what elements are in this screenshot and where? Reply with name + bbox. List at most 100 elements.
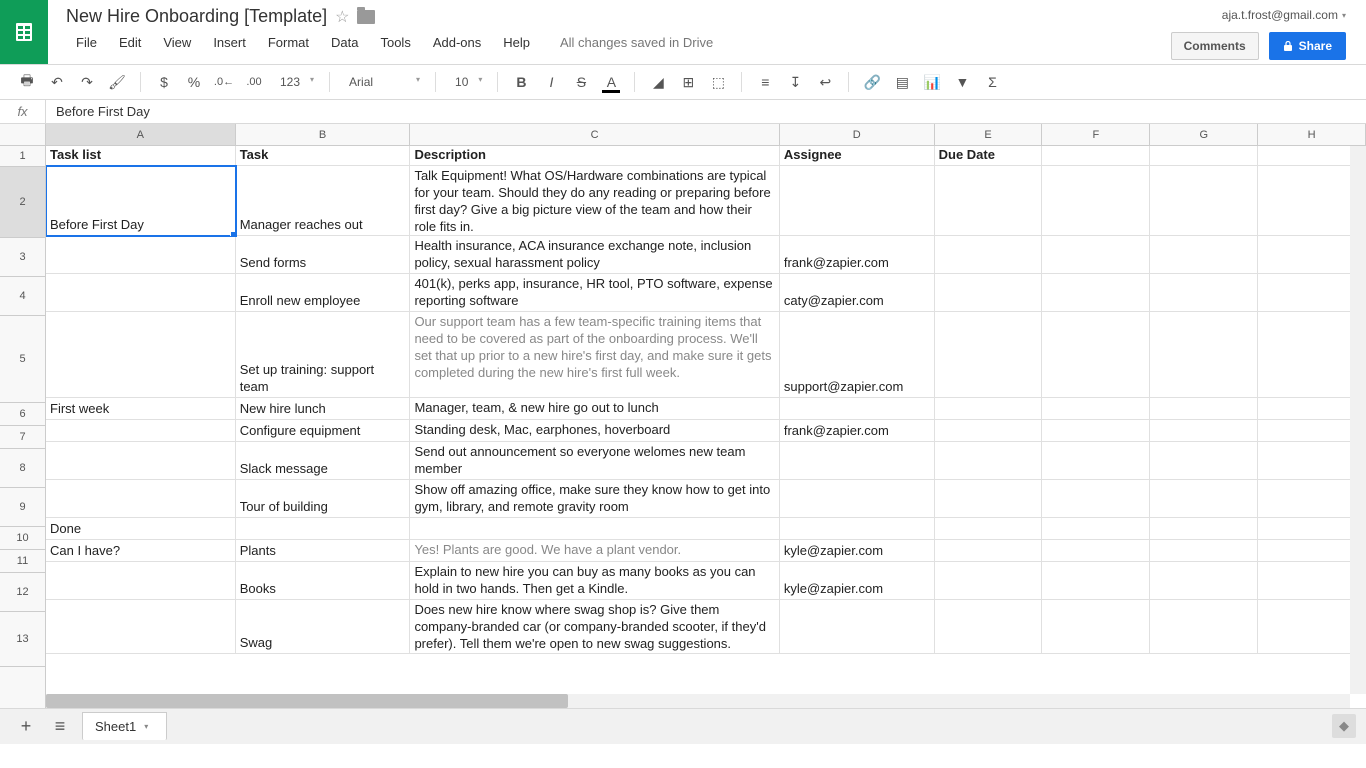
menu-help[interactable]: Help bbox=[493, 31, 540, 54]
cell-F10[interactable] bbox=[1042, 518, 1150, 540]
doc-title[interactable]: New Hire Onboarding [Template] bbox=[66, 6, 327, 27]
cell-G8[interactable] bbox=[1150, 442, 1258, 480]
cell-C5[interactable]: Our support team has a few team-specific… bbox=[410, 312, 779, 398]
row-header-12[interactable]: 12 bbox=[0, 573, 45, 612]
horizontal-scrollbar[interactable] bbox=[46, 694, 1350, 708]
cell-D8[interactable] bbox=[780, 442, 935, 480]
cell-E8[interactable] bbox=[935, 442, 1043, 480]
comments-button[interactable]: Comments bbox=[1171, 32, 1259, 60]
filter-icon[interactable]: ▼ bbox=[949, 69, 975, 95]
col-header-D[interactable]: D bbox=[780, 124, 935, 145]
cell-F6[interactable] bbox=[1042, 398, 1150, 420]
cell-D10[interactable] bbox=[780, 518, 935, 540]
menu-data[interactable]: Data bbox=[321, 31, 368, 54]
cell-C6[interactable]: Manager, team, & new hire go out to lunc… bbox=[410, 398, 779, 420]
select-all-corner[interactable] bbox=[0, 124, 46, 145]
row-header-6[interactable]: 6 bbox=[0, 403, 45, 426]
share-button[interactable]: Share bbox=[1269, 32, 1346, 60]
cell-D7[interactable]: frank@zapier.com bbox=[780, 420, 935, 442]
cell-C1[interactable]: Description bbox=[410, 146, 779, 166]
menu-format[interactable]: Format bbox=[258, 31, 319, 54]
cell-A2[interactable]: Before First Day bbox=[46, 166, 236, 236]
bold-icon[interactable]: B bbox=[508, 69, 534, 95]
cell-F12[interactable] bbox=[1042, 562, 1150, 600]
cell-B11[interactable]: Plants bbox=[236, 540, 411, 562]
cell-A9[interactable] bbox=[46, 480, 236, 518]
cell-B3[interactable]: Send forms bbox=[236, 236, 411, 274]
sheets-logo[interactable] bbox=[0, 0, 48, 64]
cell-B5[interactable]: Set up training: support team bbox=[236, 312, 411, 398]
cell-A11[interactable]: Can I have? bbox=[46, 540, 236, 562]
undo-icon[interactable]: ↶ bbox=[44, 69, 70, 95]
cell-D5[interactable]: support@zapier.com bbox=[780, 312, 935, 398]
cell-F13[interactable] bbox=[1042, 600, 1150, 654]
halign-icon[interactable]: ≡ bbox=[752, 69, 778, 95]
cell-B1[interactable]: Task bbox=[236, 146, 411, 166]
merge-icon[interactable]: ⬚ bbox=[705, 69, 731, 95]
menu-file[interactable]: File bbox=[66, 31, 107, 54]
menu-edit[interactable]: Edit bbox=[109, 31, 151, 54]
cell-F2[interactable] bbox=[1042, 166, 1150, 236]
row-header-2[interactable]: 2 bbox=[0, 167, 45, 238]
valign-icon[interactable]: ↧ bbox=[782, 69, 808, 95]
add-sheet-button[interactable]: + bbox=[14, 715, 38, 739]
cell-G4[interactable] bbox=[1150, 274, 1258, 312]
cell-B6[interactable]: New hire lunch bbox=[236, 398, 411, 420]
menu-tools[interactable]: Tools bbox=[370, 31, 420, 54]
col-header-G[interactable]: G bbox=[1150, 124, 1258, 145]
cell-A1[interactable]: Task list bbox=[46, 146, 236, 166]
cell-D6[interactable] bbox=[780, 398, 935, 420]
fill-color-icon[interactable]: ◢ bbox=[645, 69, 671, 95]
col-header-B[interactable]: B bbox=[236, 124, 411, 145]
cell-C3[interactable]: Health insurance, ACA insurance exchange… bbox=[410, 236, 779, 274]
cell-B7[interactable]: Configure equipment bbox=[236, 420, 411, 442]
sheet-tab[interactable]: Sheet1 bbox=[82, 712, 167, 740]
cell-E13[interactable] bbox=[935, 600, 1043, 654]
text-color-icon[interactable]: A bbox=[598, 69, 624, 95]
folder-icon[interactable] bbox=[357, 10, 375, 24]
cell-F3[interactable] bbox=[1042, 236, 1150, 274]
cell-C9[interactable]: Show off amazing office, make sure they … bbox=[410, 480, 779, 518]
link-icon[interactable]: 🔗 bbox=[859, 69, 885, 95]
cell-A13[interactable] bbox=[46, 600, 236, 654]
cell-G6[interactable] bbox=[1150, 398, 1258, 420]
cell-F7[interactable] bbox=[1042, 420, 1150, 442]
col-header-F[interactable]: F bbox=[1042, 124, 1150, 145]
col-header-C[interactable]: C bbox=[410, 124, 779, 145]
cell-B4[interactable]: Enroll new employee bbox=[236, 274, 411, 312]
cell-C13[interactable]: Does new hire know where swag shop is? G… bbox=[410, 600, 779, 654]
percent-icon[interactable]: % bbox=[181, 69, 207, 95]
increase-decimal-icon[interactable]: .00 bbox=[241, 69, 267, 95]
menu-add-ons[interactable]: Add-ons bbox=[423, 31, 491, 54]
functions-icon[interactable]: Σ bbox=[979, 69, 1005, 95]
paint-format-icon[interactable]: 🖌 bbox=[104, 69, 130, 95]
cell-E9[interactable] bbox=[935, 480, 1043, 518]
menu-insert[interactable]: Insert bbox=[203, 31, 256, 54]
col-header-E[interactable]: E bbox=[935, 124, 1043, 145]
cell-C10[interactable] bbox=[410, 518, 779, 540]
row-header-11[interactable]: 11 bbox=[0, 550, 45, 573]
cell-A3[interactable] bbox=[46, 236, 236, 274]
redo-icon[interactable]: ↷ bbox=[74, 69, 100, 95]
cell-F4[interactable] bbox=[1042, 274, 1150, 312]
cell-C2[interactable]: Talk Equipment! What OS/Hardware combina… bbox=[410, 166, 779, 236]
cell-B10[interactable] bbox=[236, 518, 411, 540]
formula-input[interactable]: Before First Day bbox=[46, 104, 1366, 119]
account-menu[interactable]: aja.t.frost@gmail.com bbox=[1222, 8, 1346, 22]
cell-D2[interactable] bbox=[780, 166, 935, 236]
cell-E10[interactable] bbox=[935, 518, 1043, 540]
font-size-select[interactable]: 10 bbox=[446, 70, 487, 94]
cell-A7[interactable] bbox=[46, 420, 236, 442]
cell-G5[interactable] bbox=[1150, 312, 1258, 398]
decrease-decimal-icon[interactable]: .0← bbox=[211, 69, 237, 95]
row-header-7[interactable]: 7 bbox=[0, 426, 45, 449]
explore-button[interactable]: ◆ bbox=[1332, 714, 1356, 738]
cell-D3[interactable]: frank@zapier.com bbox=[780, 236, 935, 274]
cell-F8[interactable] bbox=[1042, 442, 1150, 480]
borders-icon[interactable]: ⊞ bbox=[675, 69, 701, 95]
cell-E5[interactable] bbox=[935, 312, 1043, 398]
cell-G1[interactable] bbox=[1150, 146, 1258, 166]
row-header-3[interactable]: 3 bbox=[0, 238, 45, 277]
chart-icon[interactable]: 📊 bbox=[919, 69, 945, 95]
cell-G13[interactable] bbox=[1150, 600, 1258, 654]
